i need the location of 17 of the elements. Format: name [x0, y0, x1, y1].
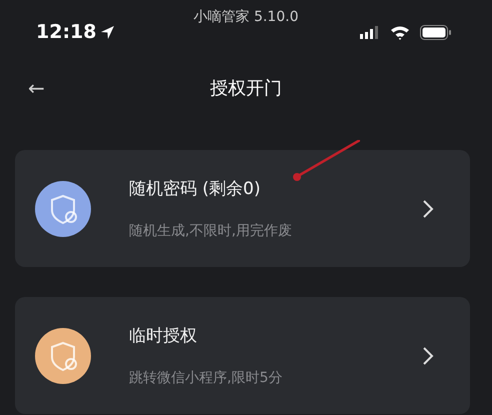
- wifi-icon: [390, 24, 410, 40]
- clock-time: 12:18: [36, 21, 96, 43]
- back-button[interactable]: ←: [24, 76, 49, 100]
- option-title: 临时授权: [129, 325, 198, 347]
- location-arrow-icon: [100, 24, 116, 40]
- chevron-right-icon: [422, 198, 434, 218]
- arrow-annotation: [290, 140, 360, 184]
- app-label: 小嘀管家 5.10.0: [192, 8, 300, 26]
- page-title: 授权开门: [210, 77, 282, 100]
- option-card[interactable]: 临时授权 跳转微信小程序,限时5分: [15, 297, 470, 414]
- signal-icon: [360, 26, 380, 38]
- option-description: 跳转微信小程序,限时5分: [129, 369, 284, 387]
- option-card[interactable]: 随机密码 (剩余0) 随机生成,不限时,用完作废: [15, 150, 470, 267]
- option-title: 随机密码 (剩余0): [129, 178, 262, 200]
- option-description: 随机生成,不限时,用完作废: [129, 222, 293, 240]
- chevron-right-icon: [422, 346, 434, 366]
- battery-icon: [420, 24, 452, 40]
